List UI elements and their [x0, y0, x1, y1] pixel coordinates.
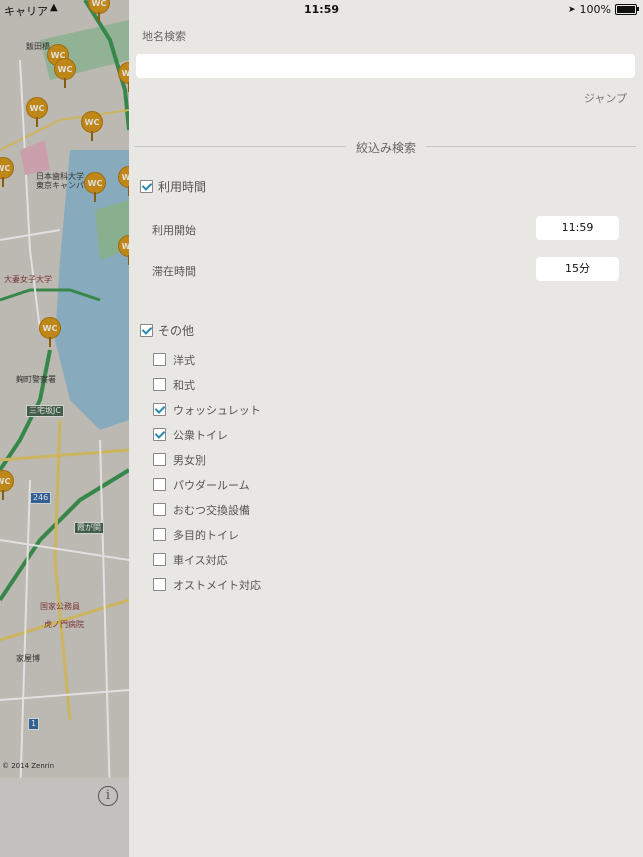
option-label: 洋式 [173, 354, 195, 367]
option-checkbox[interactable] [153, 478, 166, 491]
stay-time-label: 滞在時間 [152, 265, 196, 278]
usage-time-label: 利用時間 [158, 180, 207, 194]
stay-time-field[interactable]: 15分 [536, 257, 619, 281]
map-view[interactable]: 飯田橋 日本歯科大学 東京キャンパ 大妻女子大学 麹町警察署 三宅坂JC 霞が関… [0, 0, 129, 857]
option-checkbox[interactable] [153, 403, 166, 416]
option-label: 和式 [173, 379, 195, 392]
option-checkbox[interactable] [153, 353, 166, 366]
map-dim-overlay [0, 0, 129, 857]
option-checkbox[interactable] [153, 428, 166, 441]
filter-section-title: 絞込み検索 [129, 139, 643, 156]
option-label: 多目的トイレ [173, 529, 239, 542]
info-icon[interactable]: i [98, 786, 118, 806]
search-panel: 地名検索 ジャンプ 絞込み検索 利用時間 利用開始 11:59 滞在時間 15分… [129, 0, 643, 857]
other-label: その他 [158, 324, 195, 338]
option-checkbox[interactable] [153, 553, 166, 566]
usage-start-field[interactable]: 11:59 [536, 216, 619, 240]
place-search-input[interactable] [136, 54, 635, 78]
option-checkbox[interactable] [153, 503, 166, 516]
place-search-label: 地名検索 [142, 30, 186, 43]
usage-start-label: 利用開始 [152, 224, 196, 237]
option-label: おむつ交換設備 [173, 504, 250, 517]
option-checkbox[interactable] [153, 378, 166, 391]
option-checkbox[interactable] [153, 578, 166, 591]
jump-button[interactable]: ジャンプ [584, 90, 627, 106]
option-label: 公衆トイレ [173, 429, 228, 442]
option-checkbox[interactable] [153, 528, 166, 541]
other-checkbox[interactable] [140, 324, 153, 337]
usage-time-checkbox[interactable] [140, 180, 153, 193]
option-label: ウォッシュレット [173, 404, 261, 417]
option-label: 車イス対応 [173, 554, 228, 567]
option-label: パウダールーム [173, 479, 250, 492]
option-label: オストメイト対応 [173, 579, 261, 592]
option-checkbox[interactable] [153, 453, 166, 466]
option-label: 男女別 [173, 454, 206, 467]
